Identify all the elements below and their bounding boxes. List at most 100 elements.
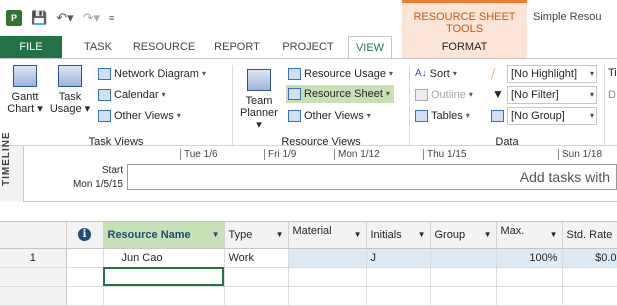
- network-diagram-button[interactable]: Network Diagram ▾: [98, 65, 206, 83]
- outline-button[interactable]: Outline ▾: [415, 86, 473, 104]
- initials-cell[interactable]: [366, 267, 431, 287]
- network-diagram-label: Network Diagram: [114, 68, 199, 80]
- team-planner-button[interactable]: Team Planner ▾: [236, 69, 282, 131]
- calendar-icon: [98, 89, 111, 101]
- row-number[interactable]: [0, 267, 67, 287]
- std-rate-cell[interactable]: [562, 267, 617, 287]
- split-bar[interactable]: [0, 202, 617, 222]
- material-cell[interactable]: [288, 248, 367, 268]
- filter-dropdown-icon[interactable]: ▼: [550, 230, 558, 239]
- initials-cell[interactable]: [366, 286, 431, 306]
- material-cell[interactable]: [288, 267, 367, 287]
- column-header-label: Material: [292, 225, 332, 237]
- tables-label: Tables: [431, 110, 463, 122]
- column-header-material[interactable]: Material ▼: [288, 222, 367, 249]
- info-icon: i: [78, 228, 91, 242]
- group-cell[interactable]: [430, 286, 497, 306]
- timeline-start-label: Start: [101, 165, 123, 176]
- indicator-cell[interactable]: [66, 286, 104, 306]
- resource-sheet-grid[interactable]: i Resource Name ▼ Type ▼ Material ▼ Initial…: [0, 222, 617, 306]
- std-rate-cell[interactable]: $0.00/hr: [562, 248, 617, 268]
- ribbon-tabs: FILE TASK RESOURCE REPORT PROJECT VIEW F…: [0, 36, 617, 59]
- tab-resource[interactable]: RESOURCE: [130, 36, 198, 58]
- max-units-cell[interactable]: [496, 286, 563, 306]
- tab-view[interactable]: VIEW: [348, 36, 392, 59]
- resource-name-cell-selected[interactable]: [103, 267, 225, 287]
- timeline-tick: Tue 1/6: [180, 149, 218, 160]
- max-units-cell[interactable]: 100%: [496, 248, 563, 268]
- column-header-resource-name[interactable]: Resource Name ▼: [103, 222, 225, 249]
- column-header-max[interactable]: Max. ▼: [496, 222, 563, 249]
- type-cell[interactable]: Work: [224, 248, 289, 268]
- table-row[interactable]: [0, 267, 617, 287]
- timeline-tick: Fri 1/9: [264, 149, 296, 160]
- indicator-cell[interactable]: [66, 267, 104, 287]
- column-header-label: Type: [228, 228, 253, 241]
- filter-dropdown-icon[interactable]: ▼: [212, 230, 220, 239]
- highlight-select[interactable]: [No Highlight] ▾: [507, 65, 597, 83]
- column-header-group[interactable]: Group ▼: [430, 222, 497, 249]
- filter-dropdown-icon[interactable]: ▼: [276, 230, 284, 239]
- tab-report[interactable]: REPORT: [208, 36, 266, 58]
- table-row[interactable]: 1 Jun Cao Work J 100% $0.00/hr: [0, 248, 617, 268]
- filter-dropdown-icon[interactable]: ▼: [484, 230, 492, 239]
- resource-name-cell[interactable]: [103, 286, 225, 306]
- initials-cell[interactable]: J: [366, 248, 431, 268]
- chevron-down-icon: ▾: [452, 69, 457, 78]
- resource-sheet-button[interactable]: Resource Sheet ▾: [286, 85, 394, 103]
- task-usage-button[interactable]: Task Usage ▾: [48, 65, 92, 115]
- indicator-cell[interactable]: [66, 248, 104, 268]
- timeline-pane[interactable]: TIMELINE Tue 1/6 Fri 1/9 Mon 1/12 Thu 1/…: [0, 131, 617, 202]
- ribbon: Gantt Chart ▾ Task Usage ▾ Network Diagr…: [0, 58, 617, 148]
- row-number[interactable]: [0, 286, 67, 306]
- column-header-type[interactable]: Type ▼: [224, 222, 289, 249]
- task-other-views-button[interactable]: Other Views ▾: [98, 107, 181, 125]
- tables-button[interactable]: Tables ▾: [415, 107, 470, 125]
- chevron-down-icon: ▾: [201, 69, 206, 78]
- highlight-icon: ⧸: [491, 67, 496, 81]
- column-header-std-rate[interactable]: Std. Rate▼: [562, 222, 617, 249]
- type-cell[interactable]: [224, 267, 289, 287]
- save-icon[interactable]: 💾: [31, 10, 47, 26]
- timeline-label-strip: TIMELINE: [0, 131, 24, 202]
- filter-dropdown-icon[interactable]: ▼: [418, 230, 426, 239]
- team-planner-label-2: Planner ▾: [240, 107, 278, 131]
- timeline-bar[interactable]: Add tasks with: [127, 164, 617, 190]
- indicators-header[interactable]: i: [66, 222, 104, 249]
- table-row[interactable]: [0, 286, 617, 306]
- tab-task[interactable]: TASK: [76, 36, 120, 58]
- gantt-chart-button[interactable]: Gantt Chart ▾: [4, 65, 46, 115]
- max-units-cell[interactable]: [496, 267, 563, 287]
- quick-access-toolbar: P 💾 ↶▾ ↷▾ ≡: [0, 0, 114, 36]
- row-number[interactable]: 1: [0, 248, 67, 268]
- type-cell[interactable]: [224, 286, 289, 306]
- tab-project[interactable]: PROJECT: [276, 36, 340, 58]
- column-header-initials[interactable]: Initials ▼: [366, 222, 431, 249]
- chevron-down-icon: ▾: [176, 111, 181, 120]
- tab-file[interactable]: FILE: [0, 36, 62, 58]
- outline-icon: [415, 89, 428, 101]
- filter-dropdown-icon[interactable]: ▼: [354, 230, 362, 239]
- resource-name-cell[interactable]: Jun Cao: [103, 248, 225, 268]
- material-cell[interactable]: [288, 286, 367, 306]
- timeline-label: TIMELINE: [1, 131, 12, 186]
- chevron-down-icon: ▾: [161, 90, 166, 99]
- resource-other-views-button[interactable]: Other Views ▾: [288, 107, 371, 125]
- tab-format[interactable]: FORMAT: [402, 36, 527, 58]
- group-select[interactable]: [No Group] ▾: [507, 107, 597, 125]
- undo-icon[interactable]: ↶▾: [56, 10, 73, 26]
- chevron-down-icon: ▾: [388, 69, 393, 78]
- filter-select[interactable]: [No Filter] ▾: [507, 86, 597, 104]
- timeline-start: Start Mon 1/5/15: [55, 164, 123, 192]
- chevron-down-icon: ▾: [589, 90, 594, 99]
- customize-qat-icon[interactable]: ≡: [109, 13, 114, 23]
- sort-button[interactable]: A↓ Sort ▾: [415, 65, 457, 83]
- redo-icon[interactable]: ↷▾: [83, 10, 100, 26]
- std-rate-cell[interactable]: [562, 286, 617, 306]
- group-cell[interactable]: [430, 267, 497, 287]
- select-all-cell[interactable]: [0, 222, 67, 249]
- calendar-button[interactable]: Calendar ▾: [98, 86, 166, 104]
- resource-usage-button[interactable]: Resource Usage ▾: [288, 65, 393, 83]
- title-bar: P 💾 ↶▾ ↷▾ ≡ RESOURCE SHEET TOOLS Simple …: [0, 0, 617, 58]
- group-cell[interactable]: [430, 248, 497, 268]
